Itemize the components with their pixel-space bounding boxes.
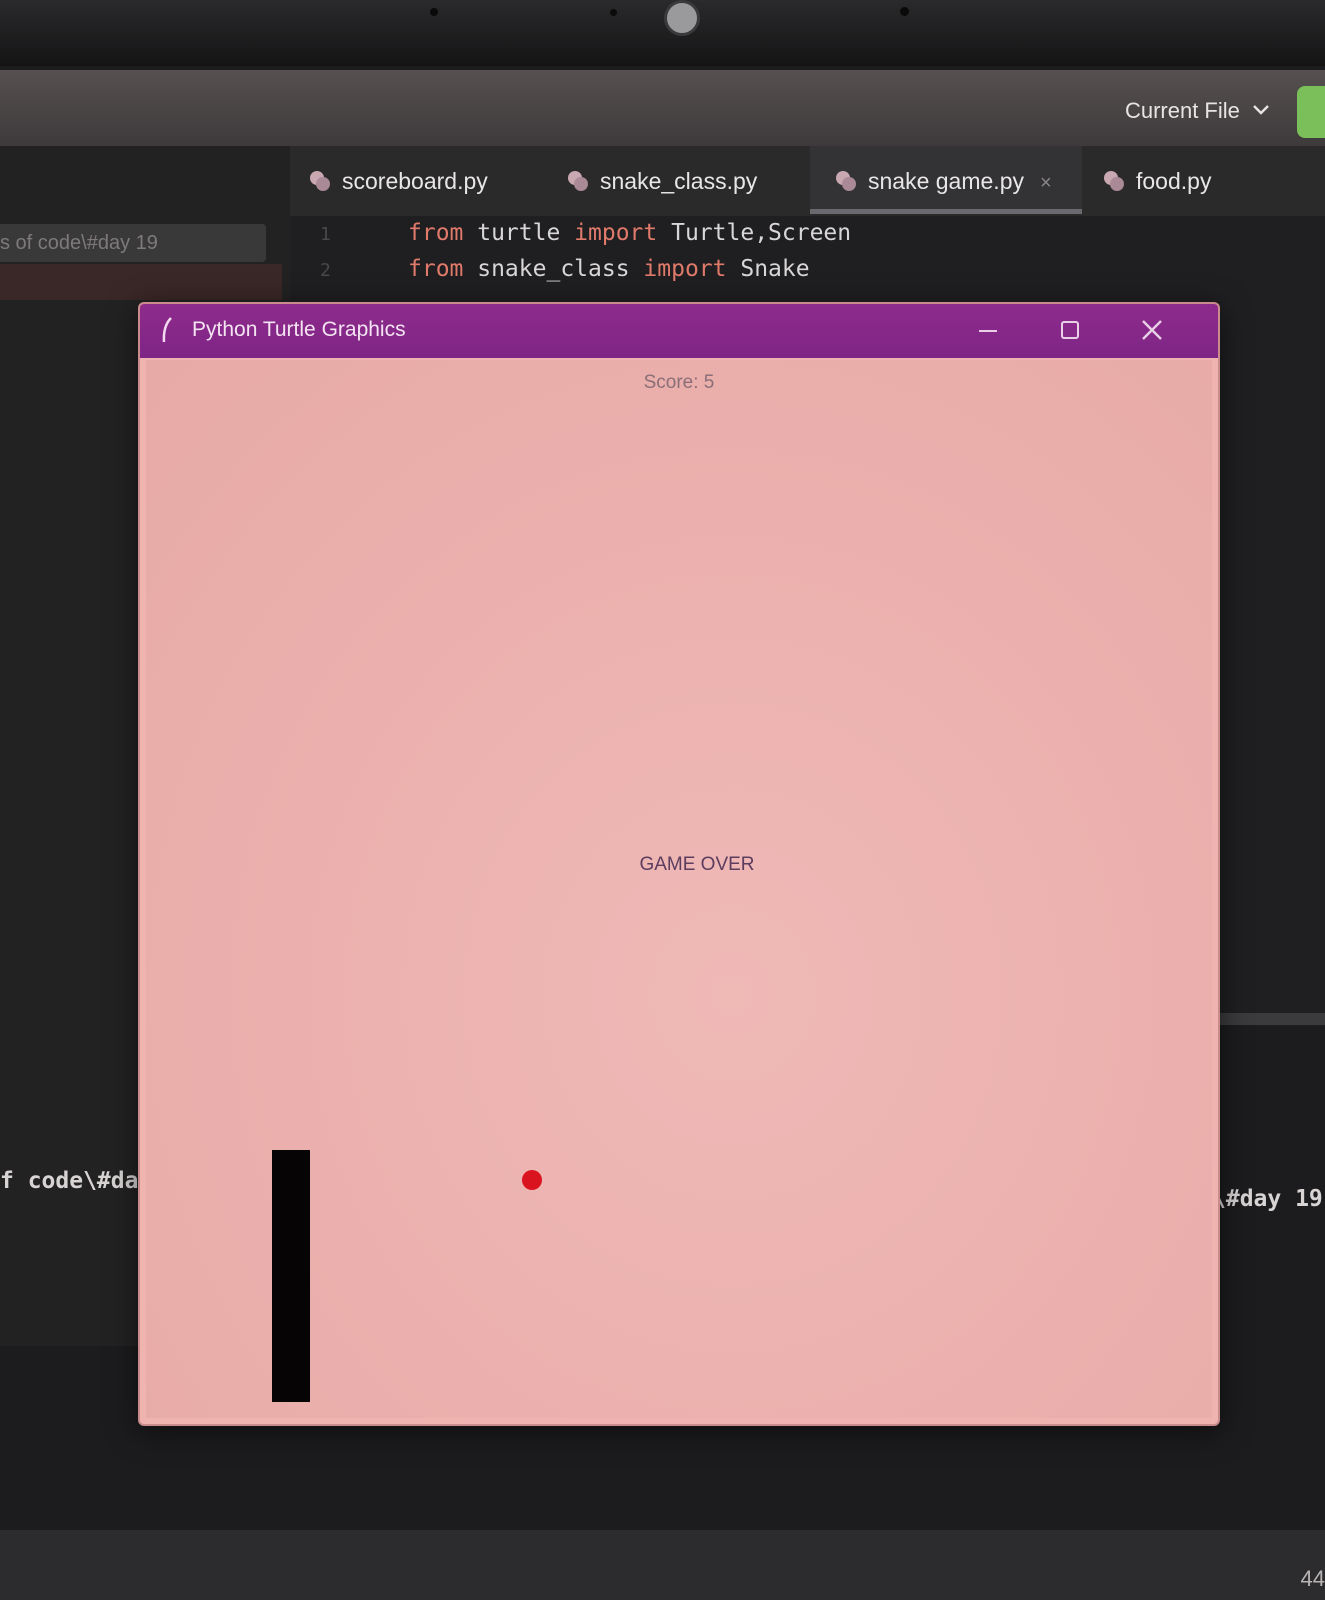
score-label: Score: 5 bbox=[643, 372, 715, 393]
line-number: 1 bbox=[320, 224, 331, 245]
bezel-sensor-dot bbox=[430, 8, 438, 16]
status-bar: 44 bbox=[0, 1530, 1325, 1600]
bezel-sensor-dot bbox=[900, 7, 909, 16]
project-path-label: s of code\#day 19 bbox=[0, 232, 158, 254]
tab-label: snake_class.py bbox=[600, 168, 758, 194]
code-text: Turtle,Screen bbox=[657, 220, 852, 246]
minimize-icon[interactable] bbox=[968, 312, 1008, 348]
tab-label: food.py bbox=[1136, 168, 1212, 194]
python-file-icon bbox=[836, 171, 856, 191]
run-config-dropdown[interactable]: Current File bbox=[1125, 98, 1270, 124]
tab-label: snake game.py bbox=[868, 168, 1024, 194]
line-number: 2 bbox=[320, 260, 331, 281]
chevron-down-icon bbox=[1253, 105, 1269, 115]
tab-label: scoreboard.py bbox=[342, 168, 488, 194]
turtle-graphics-window[interactable]: Python Turtle Graphics Score: 5 GAME OVE… bbox=[138, 302, 1220, 1426]
window-title: Python Turtle Graphics bbox=[192, 318, 406, 341]
code-keyword: import bbox=[574, 220, 658, 246]
tab-food[interactable]: food.py bbox=[1102, 146, 1211, 216]
project-tree-selection[interactable] bbox=[0, 264, 282, 300]
status-number: 44 bbox=[1300, 1566, 1325, 1591]
maximize-icon[interactable] bbox=[1050, 312, 1090, 348]
close-icon[interactable] bbox=[1132, 312, 1172, 348]
laptop-bezel bbox=[0, 0, 1325, 66]
ide-toolbar: Current File bbox=[0, 70, 1325, 146]
tab-snake-class[interactable]: snake_class.py bbox=[566, 146, 757, 216]
terminal-path-right: \#day 19 bbox=[1212, 1186, 1323, 1212]
editor-tab-bar: scoreboard.py snake_class.py snake game.… bbox=[290, 146, 1325, 216]
game-over-label: GAME OVER bbox=[639, 854, 755, 875]
code-keyword: import bbox=[643, 256, 727, 282]
code-text: Snake bbox=[726, 256, 810, 282]
terminal-path-left: f code\#da bbox=[0, 1168, 139, 1194]
tab-snake-game[interactable]: snake game.py × bbox=[810, 146, 1082, 214]
python-file-icon bbox=[1104, 171, 1124, 191]
code-keyword: from bbox=[408, 220, 464, 246]
webcam-icon bbox=[664, 0, 700, 36]
project-tree-item[interactable]: s of code\#day 19 bbox=[0, 224, 266, 262]
code-keyword: from bbox=[408, 256, 464, 282]
screen: Current File s of code\#day 19 scoreboar… bbox=[0, 0, 1325, 1600]
snake-body bbox=[272, 1150, 310, 1402]
run-config-label: Current File bbox=[1124, 98, 1240, 123]
python-file-icon bbox=[310, 171, 330, 191]
code-text: snake_class bbox=[463, 256, 644, 282]
tab-scoreboard[interactable]: scoreboard.py bbox=[308, 146, 488, 216]
bezel-sensor-dot bbox=[610, 9, 617, 16]
run-button[interactable] bbox=[1297, 86, 1325, 138]
code-text: turtle bbox=[463, 220, 575, 246]
feather-icon bbox=[162, 317, 172, 343]
turtle-canvas[interactable]: Score: 5 GAME OVER bbox=[146, 360, 1212, 1418]
code-line[interactable]: from snake_class import Snake bbox=[408, 256, 810, 282]
food-dot bbox=[522, 1170, 542, 1190]
window-titlebar[interactable]: Python Turtle Graphics bbox=[140, 304, 1218, 358]
close-icon[interactable]: × bbox=[1040, 172, 1052, 194]
python-file-icon bbox=[568, 171, 588, 191]
code-line[interactable]: from turtle import Turtle,Screen bbox=[408, 220, 851, 246]
